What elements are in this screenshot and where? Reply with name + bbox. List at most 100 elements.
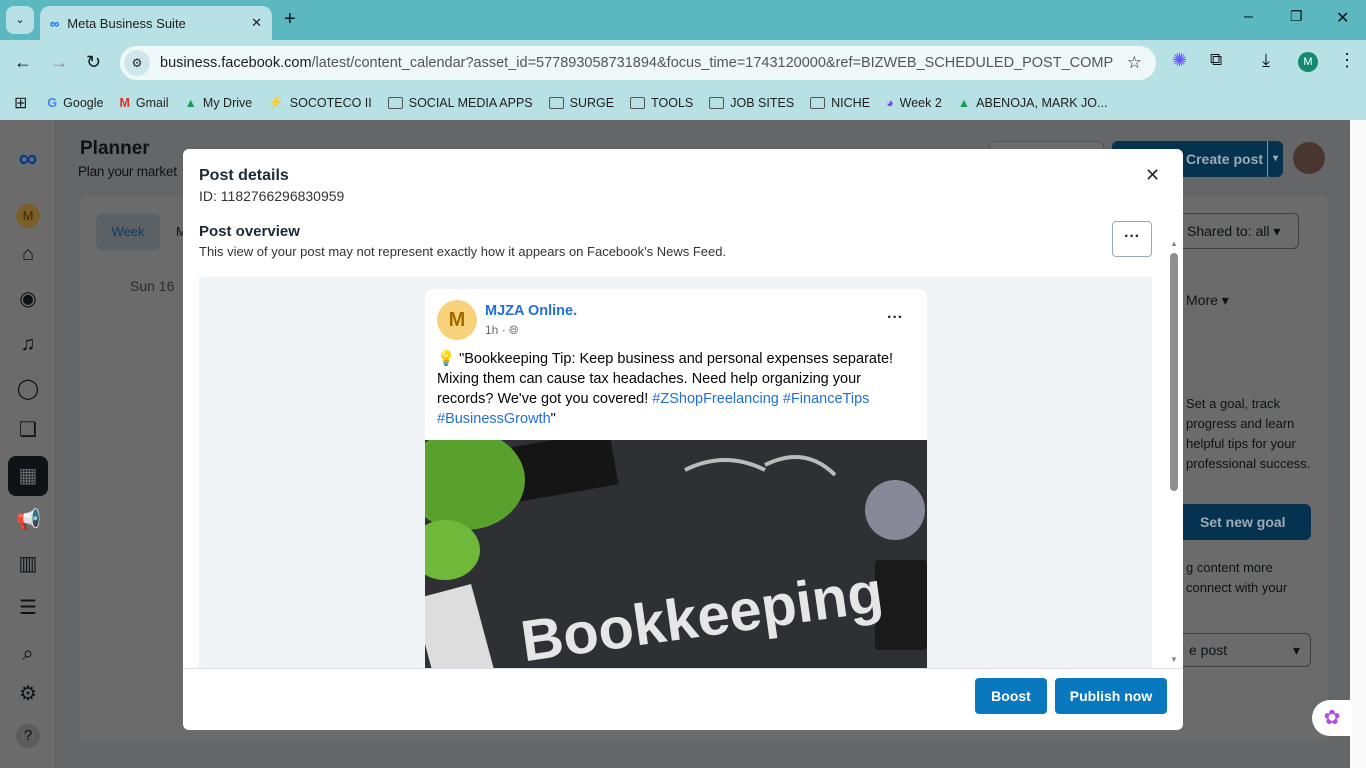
page-avatar[interactable]: M <box>16 204 40 228</box>
url-host: business.facebook.com <box>160 55 312 71</box>
bookmark-label: TOOLS <box>651 95 694 110</box>
chat-icon[interactable]: ◯ <box>16 377 40 401</box>
home-icon[interactable]: ⌂ <box>16 242 40 266</box>
menu-icon[interactable]: ⋮ <box>1338 50 1356 71</box>
planner-icon[interactable]: ▦ <box>8 456 48 496</box>
more-dropdown[interactable]: More ▾ <box>1186 292 1229 309</box>
tab-meta-business-suite[interactable]: ∞ Meta Business Suite ✕ <box>40 6 272 40</box>
bookmark-label: ABENOJA, MARK JO... <box>976 95 1108 110</box>
bookmark-label: NICHE <box>831 95 871 110</box>
profile-avatar[interactable]: M <box>1298 52 1318 72</box>
socoteco-icon: ⚡ <box>268 95 284 109</box>
google-icon: G <box>47 95 58 110</box>
chevron-down-icon[interactable]: ▾ <box>1267 141 1283 177</box>
content-icon[interactable]: ❏ <box>16 418 40 442</box>
drive-icon: ▲ <box>184 95 197 110</box>
search-icon[interactable]: ⌕ <box>16 642 40 666</box>
address-bar[interactable]: ⚙ business.facebook.com/latest/content_c… <box>120 46 1156 80</box>
bookmark-item[interactable]: NICHE <box>810 95 870 110</box>
overview-title: Post overview <box>199 223 300 240</box>
modal-title: Post details <box>199 167 289 184</box>
folder-icon <box>709 96 725 109</box>
gmail-icon: M <box>119 95 130 110</box>
overview-description: This view of your post may not represent… <box>199 244 727 259</box>
reload-icon[interactable]: ↻ <box>86 52 101 73</box>
more-options-button[interactable]: ··· <box>1112 221 1152 257</box>
compass-icon[interactable]: ◉ <box>16 287 40 311</box>
bookmark-item[interactable]: JOB SITES <box>709 95 794 110</box>
ads-icon[interactable]: 📢 <box>16 508 41 532</box>
bookmark-item[interactable]: ◕ Week 2 <box>886 95 942 110</box>
post-preview: M MJZA Online. 1h · 🌐︎ ··· 💡 "Bookkeepin… <box>199 277 1152 668</box>
insights-icon[interactable]: ▥ <box>16 552 40 576</box>
bookmark-item[interactable]: G Google <box>47 95 103 110</box>
scrollbar-thumb[interactable] <box>1170 253 1178 491</box>
post-text: 💡 "Bookkeeping Tip: Keep business and pe… <box>437 351 894 427</box>
new-tab-button[interactable]: + <box>284 8 296 31</box>
close-icon[interactable]: ✕ <box>1145 165 1160 186</box>
minimize-button[interactable]: – <box>1244 8 1253 26</box>
post-image[interactable]: Bookkeeping <box>425 440 927 668</box>
bell-icon[interactable]: ♫ <box>16 332 40 356</box>
post-options-icon[interactable]: ··· <box>887 309 903 327</box>
download-icon[interactable]: ⤓ <box>1262 50 1270 71</box>
tab-title: Meta Business Suite <box>67 15 186 31</box>
day-header: Sun 16 <box>130 278 175 294</box>
page-name-link[interactable]: MJZA Online. <box>485 303 577 319</box>
site-info-icon[interactable]: ⚙ <box>124 50 150 76</box>
post-id: ID: 1182766296830959 <box>199 188 345 204</box>
folder-icon <box>810 96 826 109</box>
bookmark-label: JOB SITES <box>730 95 795 110</box>
close-window-button[interactable]: ✕ <box>1336 8 1349 28</box>
bookmark-label: Google <box>63 95 104 110</box>
folder-icon <box>548 96 564 109</box>
create-post-label: Create post <box>1186 151 1264 167</box>
back-icon[interactable]: ← <box>14 52 32 73</box>
folder-icon <box>387 96 403 109</box>
shared-to-dropdown[interactable]: Shared to: all ▾ <box>1170 213 1299 249</box>
bookmark-item[interactable]: SOCIAL MEDIA APPS <box>387 95 533 110</box>
apps-icon[interactable]: ⊞ <box>14 93 27 113</box>
bookmark-item[interactable]: TOOLS <box>630 95 693 110</box>
bookmark-label: Week 2 <box>899 95 942 110</box>
content-text: g content more connect with your <box>1186 560 1288 595</box>
left-nav: ∞ M ⌂ ◉ ♫ ◯ ❏ ▦ 📢 ▥ ☰ ⌕ ⚙ ? <box>0 120 56 768</box>
bookmark-label: SOCOTECO II <box>289 95 372 110</box>
bookmark-item[interactable]: ▲ ABENOJA, MARK JO... <box>958 95 1108 110</box>
preview-scrollbar[interactable]: ▲ ▼ <box>1168 239 1180 669</box>
bookmark-label: Gmail <box>135 95 169 110</box>
bookmark-item[interactable]: SURGE <box>548 95 615 110</box>
globe-icon: 🌐︎ <box>509 323 519 337</box>
extensions-star-icon[interactable]: ✺ <box>1172 50 1187 71</box>
page-avatar[interactable]: M <box>437 300 477 340</box>
page-scrollbar[interactable] <box>1350 120 1366 768</box>
bookmark-item[interactable]: ⚡ SOCOTECO II <box>268 95 372 110</box>
bookmark-item[interactable]: M Gmail <box>119 95 168 110</box>
tab-search-button[interactable]: ⌄ <box>6 6 34 34</box>
publish-now-button[interactable]: Publish now <box>1055 678 1167 714</box>
puzzle-icon[interactable]: ⧉ <box>1210 50 1222 70</box>
post-details-modal: Post details ID: 1182766296830959 ✕ Post… <box>183 149 1183 730</box>
all-tools-icon[interactable]: ☰ <box>16 596 40 620</box>
bookmark-label: SOCIAL MEDIA APPS <box>408 95 533 110</box>
bookmarks-bar: ⊞ G Google M Gmail ▲ My Drive ⚡ SOCOTECO II SOCI… <box>0 85 1366 120</box>
bookmark-item[interactable]: ▲ My Drive <box>185 95 253 110</box>
post-card: M MJZA Online. 1h · 🌐︎ ··· 💡 "Bookkeepin… <box>425 289 927 668</box>
folder-icon <box>630 96 646 109</box>
drive-icon: ▲ <box>957 95 971 110</box>
week-view-button[interactable]: Week <box>96 214 160 250</box>
boost-button[interactable]: Boost <box>975 678 1047 714</box>
meta-logo-icon[interactable]: ∞ <box>16 145 40 171</box>
bookmark-label: My Drive <box>202 95 253 110</box>
close-tab-icon[interactable]: ✕ <box>251 15 262 31</box>
restore-button[interactable]: ❐ <box>1290 8 1303 25</box>
ai-assistant-icon[interactable]: ✿ <box>1312 700 1352 736</box>
settings-icon[interactable]: ⚙ <box>16 682 40 706</box>
week-icon: ◕ <box>886 95 894 110</box>
bookmark-label: SURGE <box>569 95 615 110</box>
user-avatar[interactable] <box>1293 142 1325 174</box>
help-icon[interactable]: ? <box>16 724 40 748</box>
forward-icon[interactable]: → <box>50 52 68 73</box>
bookmark-star-icon[interactable]: ☆ <box>1127 53 1142 73</box>
page-title: Planner <box>80 138 150 159</box>
